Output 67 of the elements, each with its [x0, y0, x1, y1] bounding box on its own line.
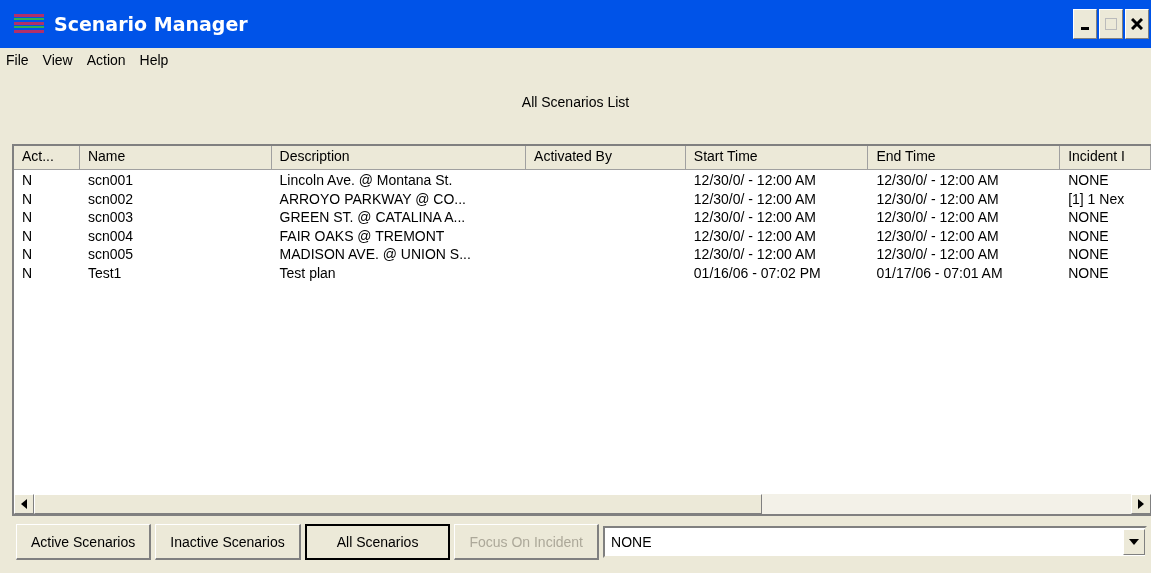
table-cell: N — [22, 264, 33, 281]
table-cell: scn002 — [87, 190, 134, 207]
menu-item[interactable]: Help — [139, 52, 169, 72]
table-cell: N — [22, 246, 33, 262]
table-cell: NONE — [1068, 264, 1109, 281]
table-cell: Test1 — [87, 264, 122, 281]
right-arrow-icon — [1138, 499, 1144, 509]
left-arrow-icon — [21, 499, 27, 509]
table-cell: 12/30/0/ - 12:00 AM — [693, 190, 816, 207]
table-cell: 12/30/0/ - 12:00 AM — [876, 227, 999, 244]
table-cell: 12/30/0/ - 12:00 AM — [876, 246, 999, 262]
window-title: Scenario Manager — [54, 13, 248, 35]
table-cell: Test plan — [279, 264, 336, 281]
table-cell: scn005 — [87, 246, 134, 262]
table-cell: ARROYO PARKWAY @ CO... — [279, 190, 466, 207]
table-cell: NONE — [1068, 209, 1109, 225]
scroll-thumb[interactable] — [34, 494, 762, 514]
column-header[interactable]: Name — [79, 146, 272, 170]
table-cell: [1] 1 Nex — [1068, 190, 1125, 207]
scroll-left-button[interactable] — [14, 494, 34, 514]
maximize-icon — [1104, 17, 1118, 31]
scroll-right-button[interactable] — [1131, 494, 1151, 514]
table-cell: 12/30/0/ - 12:00 AM — [876, 209, 999, 225]
minimize-icon — [1081, 26, 1089, 30]
minimize-button[interactable] — [1073, 9, 1097, 39]
menu-item[interactable]: File — [6, 52, 29, 72]
table-cell: 12/30/0/ - 12:00 AM — [693, 246, 816, 262]
table-cell: 01/17/06 - 07:01 AM — [876, 264, 1003, 281]
table-cell: NONE — [1068, 227, 1109, 244]
table-cell: FAIR OAKS @ TREMONT — [279, 227, 445, 244]
column-header[interactable]: End Time — [868, 146, 1061, 170]
table-cell: N — [22, 227, 33, 244]
table-cell: 12/30/0/ - 12:00 AM — [693, 172, 816, 188]
table-cell: N — [22, 172, 33, 188]
filter-button[interactable]: All Scenarios — [304, 524, 451, 560]
table-cell: Lincoln Ave. @ Montana St. — [279, 172, 453, 188]
table-cell: N — [22, 209, 33, 225]
table-cell: 01/16/06 - 07:02 PM — [693, 264, 821, 281]
table-cell: GREEN ST. @ CATALINA A... — [279, 209, 466, 225]
list-title: All Scenarios List — [521, 94, 630, 110]
table-cell: MADISON AVE. @ UNION S... — [279, 246, 471, 262]
dropdown-arrow-icon — [1129, 539, 1139, 545]
table-cell: 12/30/0/ - 12:00 AM — [876, 190, 999, 207]
close-button[interactable] — [1125, 9, 1149, 39]
table-cell: NONE — [1068, 172, 1109, 188]
column-header[interactable]: Start Time — [685, 146, 869, 170]
column-header[interactable]: Activated By — [526, 146, 686, 170]
table-cell: 12/30/0/ - 12:00 AM — [693, 227, 816, 244]
menu-item[interactable]: Action — [86, 52, 126, 72]
table-cell: N — [22, 190, 33, 207]
table-cell: NONE — [1068, 246, 1109, 262]
maximize-button[interactable] — [1099, 9, 1123, 39]
horizontal-scrollbar[interactable] — [14, 494, 1151, 514]
close-icon — [1131, 18, 1143, 30]
filter-button[interactable]: Inactive Scenarios — [155, 524, 301, 560]
incident-dropdown[interactable]: NONE — [603, 526, 1147, 558]
table-cell: 12/30/0/ - 12:00 AM — [693, 209, 816, 225]
column-header[interactable]: Description — [271, 146, 527, 170]
table-cell: 12/30/0/ - 12:00 AM — [876, 172, 999, 188]
filter-button[interactable]: Active Scenarios — [16, 524, 152, 560]
column-header[interactable]: Act... — [14, 146, 80, 170]
column-header[interactable]: Incident I — [1060, 146, 1151, 170]
app-icon — [14, 13, 44, 35]
table-cell: scn001 — [87, 172, 134, 188]
table-cell: scn003 — [87, 209, 134, 225]
menu-item[interactable]: View — [42, 52, 73, 72]
table-cell: scn004 — [87, 227, 134, 244]
